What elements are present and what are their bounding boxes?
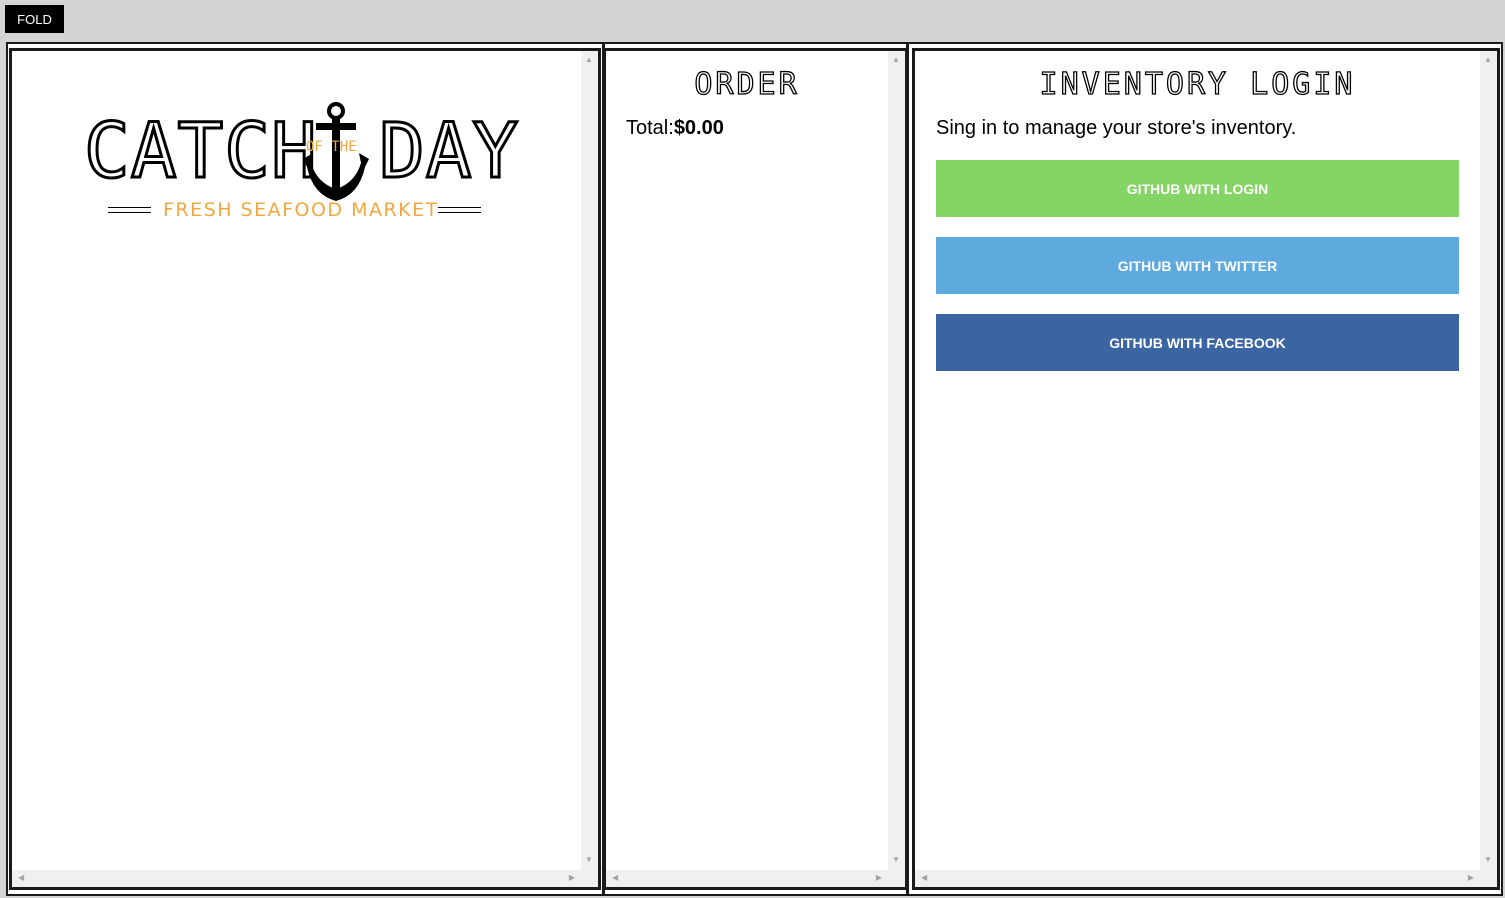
logo-rule-left	[108, 207, 151, 213]
logo-word-of-the: OF THE	[306, 139, 357, 155]
inventory-vertical-scrollbar[interactable]: ▲ ▼	[1480, 51, 1497, 870]
order-total-label: Total:	[626, 117, 674, 139]
scroll-right-icon[interactable]: ▶	[569, 874, 575, 882]
scroll-left-icon[interactable]: ◀	[18, 874, 24, 882]
scroll-down-icon[interactable]: ▼	[1484, 856, 1492, 864]
inventory-horizontal-scrollbar[interactable]: ◀ ▶	[915, 870, 1497, 887]
order-total-value: $0.00	[673, 117, 724, 139]
fold-button[interactable]: FOLD	[5, 5, 64, 33]
scroll-right-icon[interactable]: ▶	[1468, 874, 1474, 882]
menu-vertical-scrollbar[interactable]: ▲ ▼	[581, 51, 598, 870]
panel-divider	[906, 43, 909, 896]
scroll-down-icon[interactable]: ▼	[892, 856, 900, 864]
scroll-left-icon[interactable]: ◀	[921, 874, 927, 882]
logo-word-catch: CATCH	[83, 106, 319, 195]
logo-rule-right	[438, 207, 481, 213]
twitter-login-button[interactable]: GITHUB WITH TWITTER	[936, 237, 1459, 294]
order-total: Total:$0.00	[626, 117, 724, 140]
menu-horizontal-scrollbar[interactable]: ◀ ▶	[12, 870, 598, 887]
logo-tagline: FRESH SEAFOOD MARKET	[163, 199, 439, 221]
facebook-login-button[interactable]: GITHUB WITH FACEBOOK	[936, 314, 1459, 371]
scroll-up-icon[interactable]: ▲	[1484, 56, 1492, 64]
catch-of-the-day-logo: CATCH OF THE DAY FRESH SEAFOOD MARKET	[83, 81, 520, 231]
logo-word-day: DAY	[377, 106, 520, 195]
inventory-subtitle: Sing in to manage your store's inventory…	[936, 117, 1297, 139]
scroll-down-icon[interactable]: ▼	[585, 856, 593, 864]
inventory-title: INVENTORY LOGIN	[1039, 66, 1356, 102]
order-vertical-scrollbar[interactable]: ▲ ▼	[888, 51, 905, 870]
scroll-up-icon[interactable]: ▲	[585, 56, 593, 64]
order-title: ORDER	[694, 66, 800, 102]
scroll-left-icon[interactable]: ◀	[612, 874, 618, 882]
inventory-panel: INVENTORY LOGIN Sing in to manage your s…	[912, 48, 1500, 890]
menu-panel: CATCH OF THE DAY FRESH SEAFOOD MARKET ▲ …	[9, 48, 601, 890]
scroll-right-icon[interactable]: ▶	[876, 874, 882, 882]
order-horizontal-scrollbar[interactable]: ◀ ▶	[606, 870, 905, 887]
order-panel: ORDER Total:$0.00 ▲ ▼ ◀ ▶	[603, 48, 908, 890]
scroll-up-icon[interactable]: ▲	[892, 56, 900, 64]
github-login-button[interactable]: GITHUB WITH LOGIN	[936, 160, 1459, 217]
